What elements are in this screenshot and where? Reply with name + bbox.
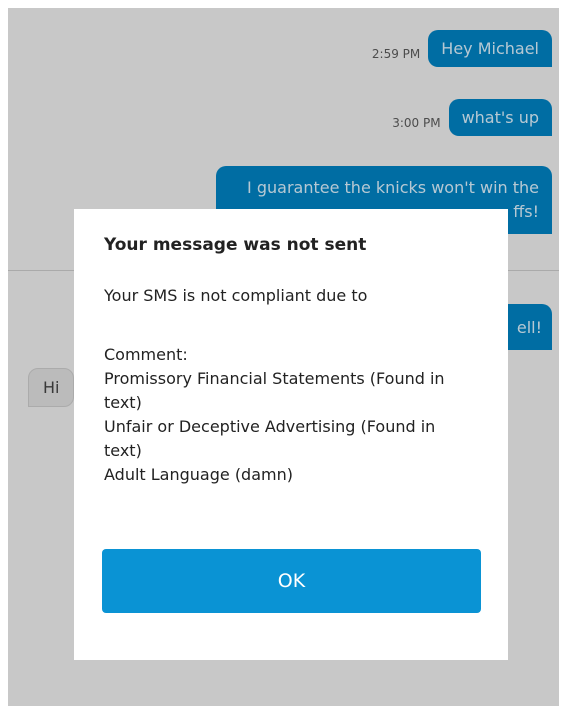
ok-button[interactable]: OK xyxy=(102,549,481,613)
dialog-detail-line: Comment: xyxy=(104,345,188,364)
dialog-detail-line: text) xyxy=(104,393,142,412)
dialog-detail-line: Unfair or Deceptive Advertising (Found i… xyxy=(104,417,436,436)
dialog-detail-line: text) xyxy=(104,441,142,460)
dialog-detail-line: Promissory Financial Statements (Found i… xyxy=(104,369,445,388)
dialog-intro-text: Your SMS is not compliant due to xyxy=(104,286,368,305)
dialog-details: Comment: Promissory Financial Statements… xyxy=(104,343,484,487)
dialog-title: Your message was not sent xyxy=(104,235,367,255)
error-dialog: Your message was not sent Your SMS is no… xyxy=(74,209,508,660)
chat-screen: 2:59 PM Hey Michael 3:00 PM what's up I … xyxy=(8,8,559,706)
dialog-detail-line: Adult Language (damn) xyxy=(104,465,293,484)
